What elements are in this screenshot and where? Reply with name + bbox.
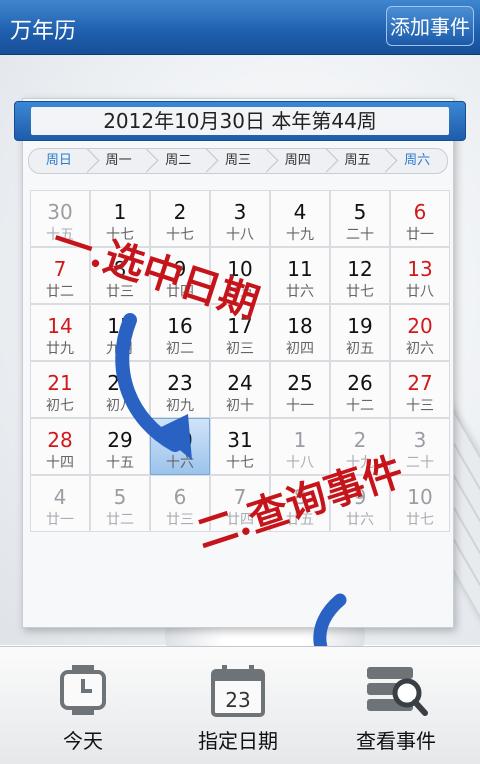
bottom-toolbar: 今天 23 指定日期 查看事件: [0, 646, 480, 764]
day-cell[interactable]: 13 廿八: [390, 247, 450, 304]
day-cell[interactable]: 6 廿一: [390, 190, 450, 247]
lunar-date: 十八: [226, 227, 254, 243]
day-cell[interactable]: 31 十七: [210, 418, 270, 475]
day-number: 18: [287, 314, 313, 338]
day-number: 3: [233, 200, 247, 224]
lunar-date: 廿八: [406, 284, 434, 300]
day-number: 28: [47, 428, 73, 452]
calendar-icon: 23: [211, 665, 265, 717]
choose-date-button[interactable]: 23 指定日期: [158, 647, 318, 764]
day-cell[interactable]: 14 廿九: [30, 304, 90, 361]
weekday-sun: 周日: [28, 148, 89, 174]
day-cell[interactable]: 4 廿一: [30, 475, 90, 532]
lunar-date: 廿七: [346, 284, 374, 300]
day-number: 4: [293, 200, 307, 224]
view-events-label: 查看事件: [356, 729, 436, 753]
lunar-date: 十三: [406, 398, 434, 414]
day-cell[interactable]: 18 初四: [270, 304, 330, 361]
lunar-date: 初十: [226, 398, 254, 414]
day-number: 1: [293, 428, 307, 452]
lunar-date: 初五: [346, 341, 374, 357]
day-number: 14: [47, 314, 73, 338]
day-cell[interactable]: 28 十四: [30, 418, 90, 475]
day-cell[interactable]: 3 十八: [210, 190, 270, 247]
day-number: 4: [53, 485, 67, 509]
day-number: 20: [407, 314, 433, 338]
day-number: 5: [113, 485, 127, 509]
lunar-date: 十二: [346, 398, 374, 414]
lunar-date: 廿六: [286, 284, 314, 300]
lunar-date: 廿一: [46, 512, 74, 528]
day-cell[interactable]: 24 初十: [210, 361, 270, 418]
lunar-date: 二十: [346, 227, 374, 243]
day-cell[interactable]: 26 十二: [330, 361, 390, 418]
day-cell[interactable]: 20 初六: [390, 304, 450, 361]
day-number: 2: [173, 200, 187, 224]
day-number: 26: [347, 371, 373, 395]
day-number: 6: [413, 200, 427, 224]
choose-date-label: 指定日期: [198, 729, 278, 753]
title-bar: 万年历 添加事件: [0, 0, 480, 55]
calendar-header: 2012年10月30日 本年第44周: [14, 101, 466, 141]
current-date-label: 2012年10月30日 本年第44周: [31, 107, 449, 135]
lunar-date: 十九: [286, 227, 314, 243]
day-cell[interactable]: 25 十一: [270, 361, 330, 418]
day-number: 5: [353, 200, 367, 224]
arrow-to-date-icon: [115, 313, 192, 460]
server-search-icon: [367, 667, 428, 716]
app-title: 万年历: [10, 19, 77, 44]
day-number: 13: [407, 257, 433, 281]
day-cell[interactable]: 4 十九: [270, 190, 330, 247]
day-number: 31: [227, 428, 253, 452]
lunar-date: 初六: [406, 341, 434, 357]
weekday-bar: 周日 周一 周二 周三 周四 周五 周六: [28, 148, 449, 174]
lunar-date: 廿一: [406, 227, 434, 243]
today-button[interactable]: 今天: [3, 647, 163, 764]
lunar-date: 初七: [46, 398, 74, 414]
day-number: 27: [407, 371, 433, 395]
add-event-button[interactable]: 添加事件: [386, 6, 474, 46]
day-number: 21: [47, 371, 73, 395]
day-cell[interactable]: 5 廿二: [90, 475, 150, 532]
lunar-date: 廿七: [406, 512, 434, 528]
day-number: 19: [347, 314, 373, 338]
day-cell[interactable]: 11 廿六: [270, 247, 330, 304]
lunar-date: 廿二: [106, 512, 134, 528]
lunar-date: 廿九: [46, 341, 74, 357]
day-cell[interactable]: 21 初七: [30, 361, 90, 418]
day-number: 11: [287, 257, 313, 281]
lunar-date: 十一: [286, 398, 314, 414]
day-cell[interactable]: 19 初五: [330, 304, 390, 361]
day-number: 25: [287, 371, 313, 395]
lunar-date: 初四: [286, 341, 314, 357]
lunar-date: 廿二: [46, 284, 74, 300]
clock-icon: [60, 665, 106, 715]
day-cell[interactable]: 12 廿七: [330, 247, 390, 304]
day-cell[interactable]: 5 二十: [330, 190, 390, 247]
lunar-date: 十四: [46, 455, 74, 471]
day-number: 12: [347, 257, 373, 281]
day-cell[interactable]: 27 十三: [390, 361, 450, 418]
svg-text:23: 23: [225, 688, 250, 712]
lunar-date: 十七: [226, 455, 254, 471]
day-number: 24: [227, 371, 253, 395]
view-events-button[interactable]: 查看事件: [316, 647, 476, 764]
today-label: 今天: [63, 729, 103, 753]
day-number: 3: [413, 428, 427, 452]
lunar-date: 初三: [226, 341, 254, 357]
